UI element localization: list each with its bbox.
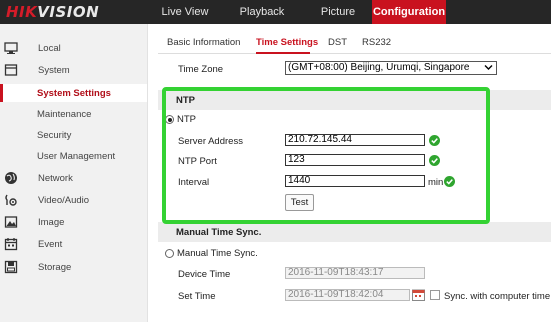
hikvision-logo: HIKVISION [6,3,100,21]
sidebar-item-label: System Settings [37,87,111,99]
sidebar-item-image[interactable]: Image [0,213,147,231]
sidebar-item-label: User Management [37,150,116,162]
sidebar-item-label: Event [38,238,63,250]
active-marker [0,84,3,102]
nav-live-view[interactable]: Live View [150,0,220,24]
device-time-field: 2016-11-09T18:43:17 [285,267,425,279]
manual-sync-section-title: Manual Time Sync. [176,227,262,238]
system-icon [4,64,18,76]
time-zone-label: Time Zone [178,64,224,75]
sync-computer-time-label: Sync. with computer time [444,291,551,302]
sidebar-item-label: Video/Audio [38,194,90,206]
active-tab-underline [256,52,310,54]
sidebar-item-local[interactable]: Local [0,39,147,57]
sidebar-item-security[interactable]: Security [0,126,147,144]
device-time-label: Device Time [178,269,231,280]
chevron-down-icon [484,65,493,70]
monitor-icon [4,42,18,54]
nav-picture[interactable]: Picture [308,0,368,24]
time-zone-select[interactable]: (GMT+08:00) Beijing, Urumqi, Singapore [285,61,497,75]
calendar-icon[interactable] [412,289,425,301]
sidebar-item-label: Security [37,129,72,141]
sidebar-item-event[interactable]: Event [0,235,147,253]
nav-playback[interactable]: Playback [232,0,292,24]
manual-sync-section-header: Manual Time Sync. [158,222,551,242]
tab-dst[interactable]: DST [328,37,347,48]
sidebar-item-label: Image [38,216,65,228]
tab-basic-information[interactable]: Basic Information [167,37,240,48]
highlight-box [162,87,490,224]
tab-divider [158,53,551,54]
sidebar-item-label: Network [38,172,73,184]
tab-time-settings[interactable]: Time Settings [256,37,318,48]
sidebar-item-video-audio[interactable]: Video/Audio [0,191,147,209]
sidebar-item-label: System [38,64,70,76]
image-icon [4,216,18,228]
tab-rs232[interactable]: RS232 [362,37,391,48]
sidebar-item-label: Maintenance [37,108,92,120]
set-time-input[interactable]: 2016-11-09T18:42:04 [285,289,410,301]
sync-computer-time-checkbox[interactable] [430,290,440,300]
sidebar-item-storage[interactable]: Storage [0,258,147,276]
top-bar: HIKVISION Live View Playback Picture Con… [0,0,551,24]
sidebar-item-network[interactable]: Network [0,169,147,187]
storage-icon [4,260,18,274]
manual-sync-radio-label: Manual Time Sync. [177,248,258,259]
globe-icon [5,172,17,184]
sidebar-item-system[interactable]: System [0,61,147,79]
video-audio-icon [5,194,17,206]
sidebar-item-label: Local [38,42,61,54]
sidebar-item-system-settings[interactable]: System Settings [0,84,147,102]
set-time-label: Set Time [178,291,216,302]
sidebar: Local System System Settings Maintenance… [0,24,148,322]
time-zone-value: (GMT+08:00) Beijing, Urumqi, Singapore [288,62,470,73]
sidebar-item-user-management[interactable]: User Management [0,147,147,165]
sidebar-item-label: Storage [38,261,72,273]
nav-configuration[interactable]: Configuration [372,0,446,24]
event-icon [4,238,18,251]
sidebar-item-maintenance[interactable]: Maintenance [0,105,147,123]
manual-sync-radio[interactable] [165,249,174,258]
